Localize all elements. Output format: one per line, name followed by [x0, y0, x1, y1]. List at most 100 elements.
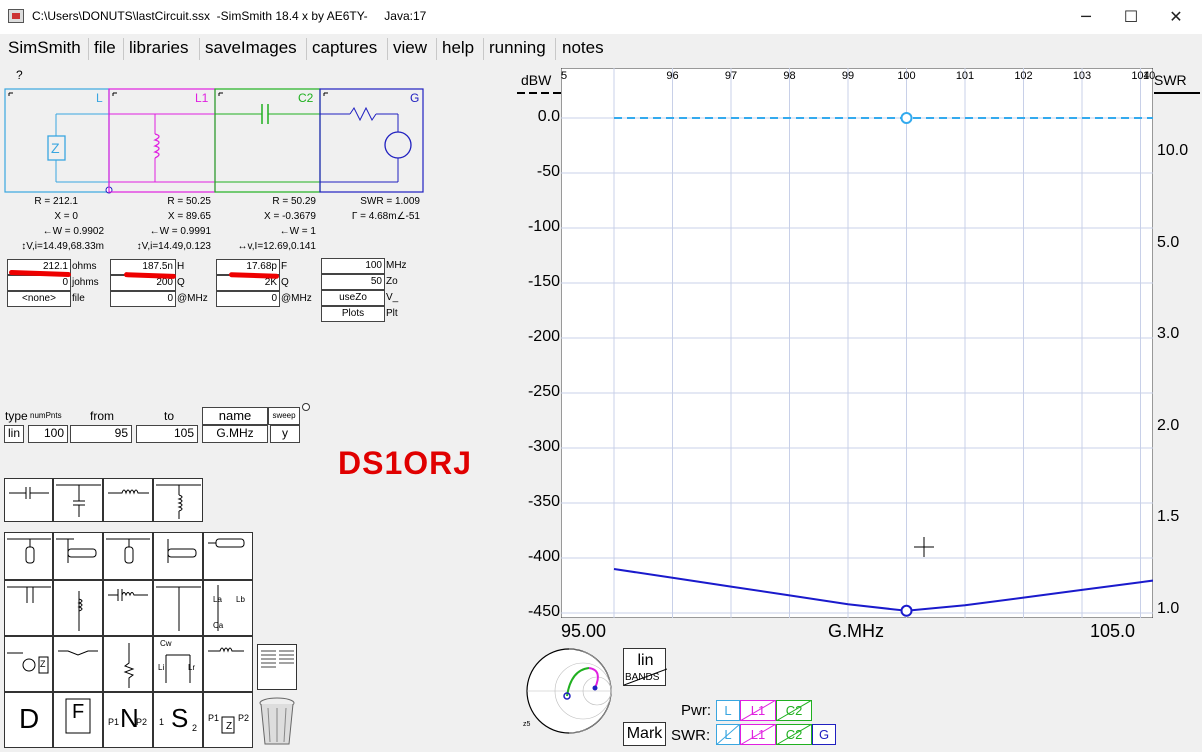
- palette-shunt-lc[interactable]: [153, 580, 203, 636]
- y-tick-label: 0.0: [537, 108, 560, 125]
- sweep-header-sweep: sweep: [268, 407, 300, 425]
- swr-label: SWR:: [671, 727, 711, 744]
- palette-label-li: Li: [158, 663, 165, 672]
- palette-trap-1[interactable]: [4, 580, 53, 636]
- close-button[interactable]: ✕: [1153, 0, 1199, 34]
- maximize-button[interactable]: ☐: [1108, 0, 1154, 34]
- menu-view[interactable]: view: [389, 34, 431, 62]
- palette-label-cw: Cw: [160, 639, 172, 648]
- L-unit-3: file: [72, 293, 85, 304]
- palette-N[interactable]: N P1 P2: [103, 692, 153, 748]
- smith-chart-thumbnail[interactable]: z5: [523, 646, 617, 742]
- L1-voltage-current: ↕V,i=14.49,0.123: [136, 241, 211, 252]
- callsign-label: DS1ORJ: [338, 445, 473, 481]
- menu-simsmith[interactable]: SimSmith: [4, 34, 85, 62]
- C2-voltage-current: ↔v,I=12.69,0.141: [237, 241, 316, 252]
- help-marker[interactable]: ?: [16, 68, 23, 82]
- y-tick-label: -450: [527, 603, 560, 620]
- palette-series-capacitor[interactable]: [4, 478, 53, 522]
- x-axis-label: G.MHz: [828, 621, 884, 641]
- palette-transformer[interactable]: La Lb Ca: [203, 580, 253, 636]
- response-chart[interactable]: [561, 68, 1153, 618]
- C2-reactance: X = -0.3679: [264, 211, 316, 222]
- palette-label-z: Z: [40, 659, 46, 669]
- palette-load[interactable]: Z: [4, 636, 53, 692]
- y-tick-label: -50: [536, 163, 560, 180]
- menu-libraries[interactable]: libraries: [125, 34, 193, 62]
- sweep-to-input[interactable]: 105: [136, 425, 198, 443]
- palette-2port[interactable]: P1 P2 Z: [203, 692, 253, 748]
- menu-notes[interactable]: notes: [558, 34, 608, 62]
- palette-wire[interactable]: [53, 636, 103, 692]
- menu-file[interactable]: file: [90, 34, 120, 62]
- palette-shunt-inductor[interactable]: [153, 478, 203, 522]
- palette-label-la: La: [213, 595, 222, 604]
- pwr-toggle-L[interactable]: L: [716, 700, 740, 721]
- x-tick-label: 96: [666, 70, 679, 82]
- minimize-button[interactable]: ─: [1063, 0, 1109, 34]
- C2-power: ←W = 1: [279, 226, 316, 237]
- swr-tick-label: 10.0: [1157, 142, 1189, 159]
- palette-line-2[interactable]: [153, 532, 203, 580]
- palette-F[interactable]: F: [53, 692, 103, 748]
- G-plots-button[interactable]: Plots: [321, 306, 385, 322]
- L1-power: ←W = 0.9991: [149, 226, 211, 237]
- G-unit-3: V_: [386, 292, 399, 303]
- sweep-name-input[interactable]: G.MHz: [202, 425, 268, 443]
- palette-series-lc[interactable]: [103, 580, 153, 636]
- L-file-button[interactable]: <none>: [7, 291, 71, 307]
- L-voltage-current: ↕V,i=14.49,68.33m: [21, 241, 104, 252]
- palette-tank[interactable]: Cw Li Lr: [153, 636, 203, 692]
- G-freq-input[interactable]: 100: [321, 258, 385, 274]
- palette-trap-2[interactable]: [53, 580, 103, 636]
- sweep-indicator[interactable]: [302, 403, 310, 411]
- reference-marker: [900, 112, 913, 124]
- palette-label-ca: Ca: [213, 621, 224, 630]
- palette-resistor[interactable]: [103, 636, 153, 692]
- palette-notes-icon[interactable]: [257, 644, 297, 690]
- sweep-flag-input[interactable]: y: [270, 425, 300, 443]
- bands-label: BANDS: [625, 672, 660, 683]
- palette-stub-2[interactable]: [103, 532, 153, 580]
- lin-bands-toggle[interactable]: lin BANDS: [623, 648, 667, 686]
- C2-freq-input[interactable]: 0: [216, 291, 280, 307]
- palette-series-l[interactable]: [203, 636, 253, 692]
- trash-icon[interactable]: [256, 696, 298, 748]
- L1-resistance: R = 50.25: [167, 196, 211, 207]
- sweep-header-numpnts: numPnts: [30, 411, 62, 420]
- L-unit-1: ohms: [72, 261, 97, 272]
- menu-saveimages[interactable]: saveImages: [201, 34, 301, 62]
- palette-D[interactable]: D: [4, 692, 53, 748]
- mark-button[interactable]: Mark: [623, 722, 666, 746]
- G-unit-1: MHz: [386, 260, 407, 271]
- L1-freq-input[interactable]: 0: [110, 291, 176, 307]
- swr-toggle-G[interactable]: G: [812, 724, 836, 745]
- curve-marker: [900, 604, 913, 617]
- y-tick-label: -200: [527, 328, 560, 345]
- label-L: L: [96, 91, 103, 105]
- menu-running[interactable]: running: [485, 34, 550, 62]
- palette-stub-1[interactable]: [4, 532, 53, 580]
- sweep-numpnts-input[interactable]: 100: [28, 425, 68, 443]
- sweep-header-type: type: [5, 409, 28, 423]
- x-tick-label: 10: [1143, 70, 1156, 82]
- swr-tick-label: 5.0: [1157, 233, 1180, 251]
- app-icon: [8, 9, 24, 23]
- palette-series-inductor[interactable]: [103, 478, 153, 522]
- menu-captures[interactable]: captures: [308, 34, 381, 62]
- sweep-type-input[interactable]: lin: [4, 425, 24, 443]
- circuit-schematic: Z: [4, 88, 424, 194]
- palette-shunt-capacitor[interactable]: [53, 478, 103, 522]
- x-tick-label: 102: [1014, 70, 1033, 82]
- G-usezo-button[interactable]: useZo: [321, 290, 385, 306]
- palette-S[interactable]: S 1 2: [153, 692, 203, 748]
- L-imag-input[interactable]: 0: [7, 275, 71, 291]
- L1-unit-1: H: [177, 261, 185, 272]
- palette-line-3[interactable]: [203, 532, 253, 580]
- swr-tick-label: 1.5: [1157, 508, 1180, 526]
- G-zo-input[interactable]: 50: [321, 274, 385, 290]
- menu-help[interactable]: help: [438, 34, 478, 62]
- label-L1: L1: [195, 91, 209, 105]
- palette-line-1[interactable]: [53, 532, 103, 580]
- sweep-from-input[interactable]: 95: [70, 425, 132, 443]
